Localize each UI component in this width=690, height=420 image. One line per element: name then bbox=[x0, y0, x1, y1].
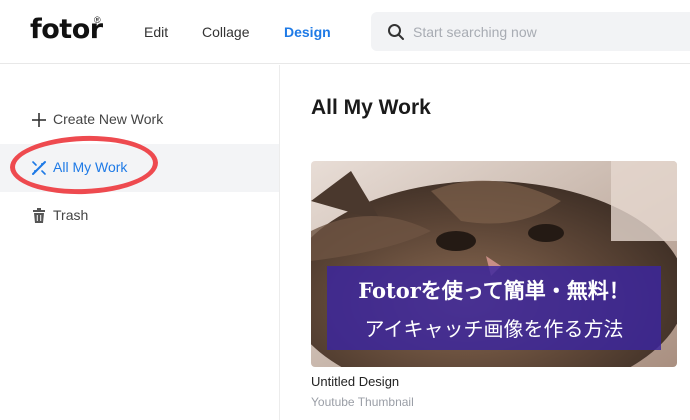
nav-edit[interactable]: Edit bbox=[144, 24, 168, 40]
sidebar-item-label: Trash bbox=[53, 207, 89, 223]
design-card[interactable]: Fotorを使って簡単・無料！ アイキャッチ画像を作る方法 Untitled D… bbox=[311, 161, 677, 420]
thumbnail-text-line2: アイキャッチ画像を作る方法 bbox=[364, 317, 624, 341]
sidebar-item-trash[interactable]: Trash bbox=[0, 192, 279, 240]
design-type: Youtube Thumbnail bbox=[311, 395, 414, 409]
search-bar[interactable] bbox=[371, 12, 690, 51]
nav-collage[interactable]: Collage bbox=[202, 24, 249, 40]
trash-icon bbox=[33, 208, 45, 223]
fotor-logo[interactable]: fotor bbox=[30, 14, 103, 45]
magic-wand-icon bbox=[32, 161, 46, 175]
plus-icon bbox=[32, 113, 46, 127]
page-title: All My Work bbox=[311, 96, 431, 119]
thumbnail-text-line1: Fotorを使って簡単・無料！ bbox=[358, 278, 630, 303]
design-title[interactable]: Untitled Design bbox=[311, 374, 399, 389]
top-header: fotor ® Edit Collage Design bbox=[0, 0, 690, 64]
design-thumbnail[interactable]: Fotorを使って簡単・無料！ アイキャッチ画像を作る方法 bbox=[311, 161, 677, 367]
nav-design[interactable]: Design bbox=[284, 24, 331, 40]
sidebar-item-create-new-work[interactable]: Create New Work bbox=[0, 96, 279, 144]
sidebar-item-all-my-work[interactable]: All My Work bbox=[0, 144, 279, 192]
search-icon[interactable] bbox=[387, 23, 405, 41]
search-input[interactable] bbox=[413, 21, 683, 42]
sidebar-item-label: All My Work bbox=[53, 159, 128, 175]
sidebar: Create New Work All My Work Trash bbox=[0, 65, 280, 420]
registered-mark: ® bbox=[94, 15, 101, 25]
thumbnail-text-banner: Fotorを使って簡単・無料！ アイキャッチ画像を作る方法 bbox=[327, 266, 661, 350]
sidebar-item-label: Create New Work bbox=[53, 111, 164, 127]
